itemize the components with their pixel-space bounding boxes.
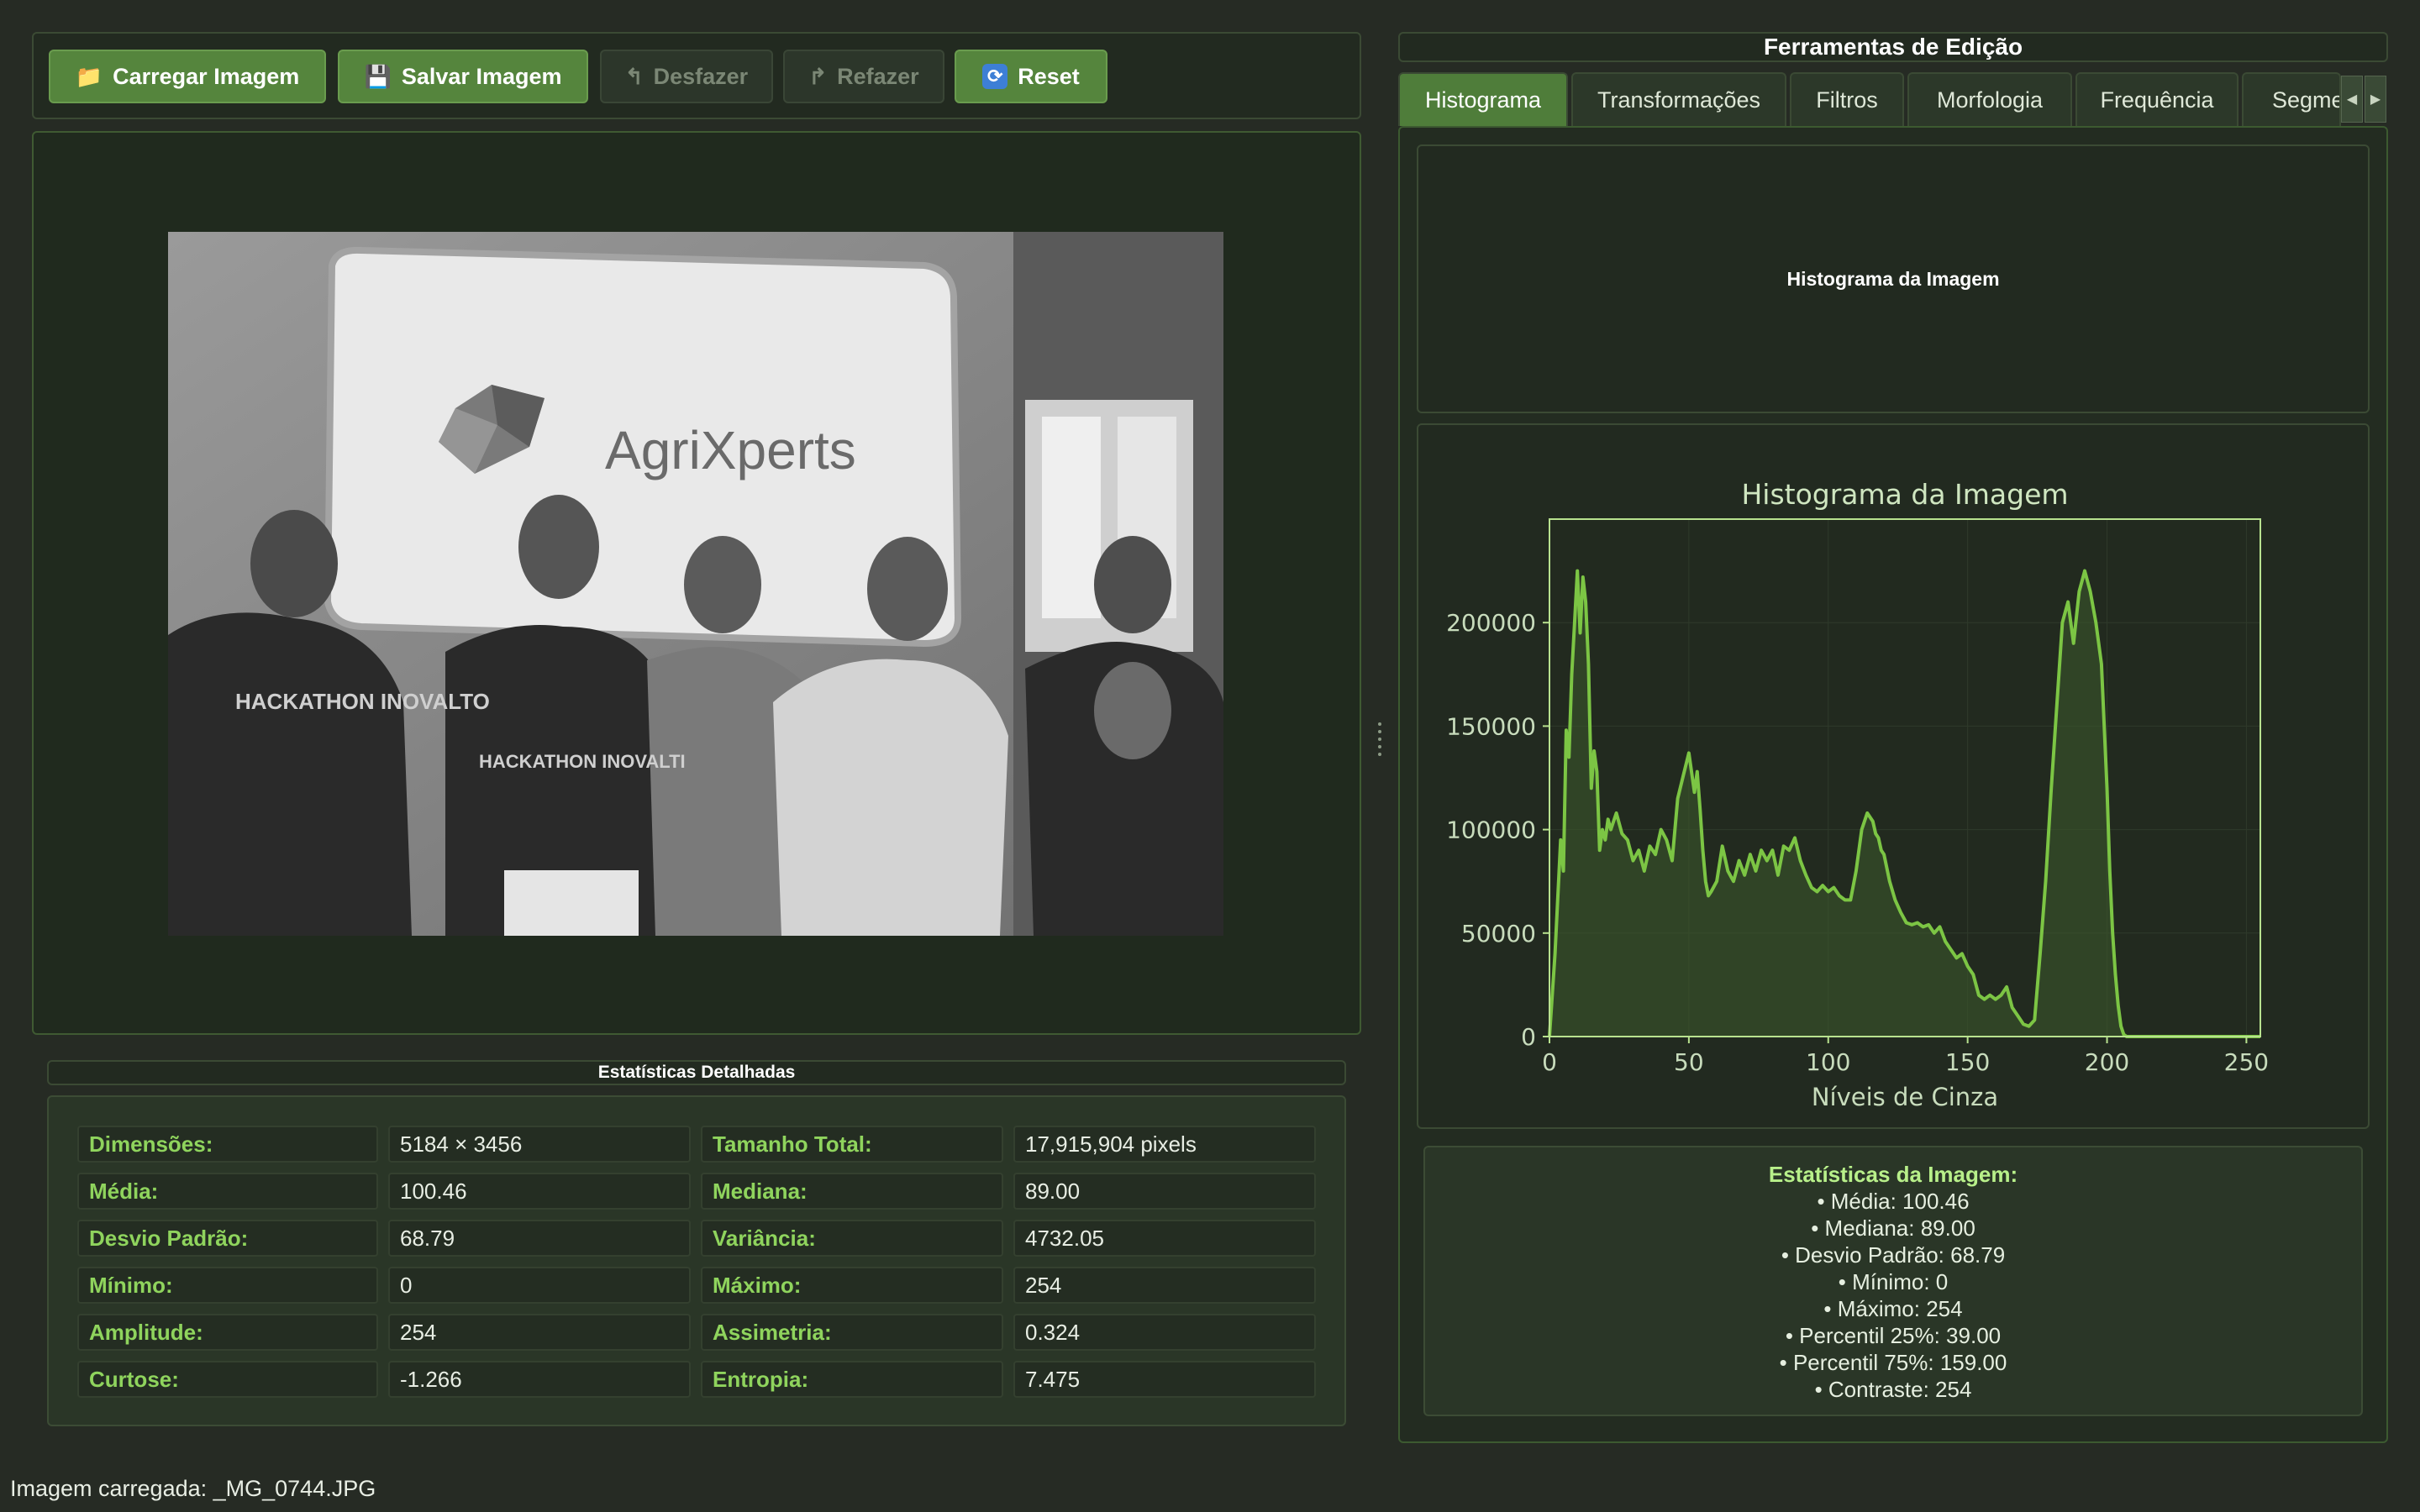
save-image-button[interactable]: 💾 Salvar Imagem	[338, 50, 588, 103]
image-stat-line: • Desvio Padrão: 68.79	[1781, 1242, 2006, 1268]
stat-value: 254	[1013, 1267, 1316, 1304]
certificate-paper	[504, 870, 639, 936]
stat-value: -1.266	[388, 1361, 691, 1398]
photo-grayscale: AgriXperts HACKATHON INOVALTO HACKATHON …	[168, 232, 1223, 936]
tab-label: Filtros	[1816, 87, 1878, 113]
stat-value: 7.475	[1013, 1361, 1316, 1398]
stat-label: Máximo:	[701, 1267, 1003, 1304]
tab-morfologia[interactable]: Morfologia	[1907, 72, 2072, 126]
screen-logo-text: AgriXperts	[605, 420, 856, 480]
app-window: { "toolbar": { "load_label": "Carregar I…	[0, 0, 2420, 1512]
shirt-text-2: HACKATHON INOVALTI	[479, 751, 686, 772]
stat-value: 254	[388, 1314, 691, 1351]
image-stats-lines: • Média: 100.46 • Mediana: 89.00 • Desvio …	[1425, 1188, 2361, 1403]
refresh-icon: ⟳	[982, 64, 1008, 89]
stat-value: 4732.05	[1013, 1220, 1316, 1257]
stat-label: Média:	[77, 1173, 378, 1210]
stat-label: Variância:	[701, 1220, 1003, 1257]
x-tick-label: 250	[2224, 1048, 2269, 1076]
stat-label: Tamanho Total:	[701, 1126, 1003, 1163]
y-tick-label: 50000	[1461, 920, 1536, 948]
chevron-left-icon: ◀	[2346, 92, 2358, 107]
image-stat-line: • Contraste: 254	[1814, 1377, 1972, 1402]
histogram-header-box: Histograma da Imagem	[1417, 144, 2370, 413]
floppy-disk-icon: 💾	[364, 63, 392, 89]
stat-value: 5184 × 3456	[388, 1126, 691, 1163]
reset-button[interactable]: ⟳ Reset	[955, 50, 1107, 103]
y-tick-label: 200000	[1446, 609, 1536, 637]
redo-button[interactable]: ↱ Refazer	[783, 50, 944, 103]
undo-arrow-icon: ↰	[624, 63, 644, 89]
histogram-chart-box: Histograma da Imagem 0 50000 100000 150000 20…	[1417, 423, 2370, 1129]
undo-label: Desfazer	[653, 63, 749, 89]
stats-title: Estatísticas Detalhadas	[597, 1063, 796, 1082]
stat-value: 0.324	[1013, 1314, 1316, 1351]
image-stat-line: • Percentil 25%: 39.00	[1785, 1323, 2002, 1348]
redo-label: Refazer	[837, 63, 919, 89]
tab-frequencia[interactable]: Frequência	[2075, 72, 2238, 126]
stat-label: Amplitude:	[77, 1314, 378, 1351]
stat-label: Curtose:	[77, 1361, 378, 1398]
folder-icon: 📁	[75, 63, 103, 89]
undo-button[interactable]: ↰ Desfazer	[600, 50, 773, 103]
tab-filtros[interactable]: Filtros	[1790, 72, 1904, 126]
redo-arrow-icon: ↱	[808, 63, 828, 89]
stat-value: 17,915,904 pixels	[1013, 1126, 1316, 1163]
histogram-header: Histograma da Imagem	[1786, 267, 2000, 290]
image-stats-box: Estatísticas da Imagem: • Média: 100.46 •…	[1423, 1146, 2363, 1416]
tab-label: Histograma	[1424, 87, 1542, 113]
tab-label: Frequência	[2100, 87, 2214, 113]
tools-title: Ferramentas de Edição	[1763, 34, 2023, 60]
stat-value: 100.46	[388, 1173, 691, 1210]
tools-title-bar: Ferramentas de Edição	[1398, 32, 2388, 62]
x-tick-label: 100	[1806, 1048, 1850, 1076]
image-stats-title: Estatísticas da Imagem:	[1768, 1162, 2018, 1187]
tab-label: Morfologia	[1936, 87, 2044, 113]
tab-scroll-right-button[interactable]: ▶	[2365, 76, 2386, 123]
stat-value: 0	[388, 1267, 691, 1304]
stats-title-bar: Estatísticas Detalhadas	[47, 1060, 1346, 1085]
chevron-right-icon: ▶	[2370, 92, 2381, 107]
histogram-chart: Histograma da Imagem 0 50000 100000 150000 20…	[1446, 478, 2269, 1111]
status-bar: Imagem carregada: _MG_0744.JPG	[0, 1465, 2420, 1512]
status-text: Imagem carregada: _MG_0744.JPG	[10, 1475, 376, 1501]
x-tick-label: 50	[1674, 1048, 1704, 1076]
stat-value: 68.79	[388, 1220, 691, 1257]
stat-label: Entropia:	[701, 1361, 1003, 1398]
save-image-label: Salvar Imagem	[401, 63, 562, 89]
stat-label: Mediana:	[701, 1173, 1003, 1210]
stat-label: Desvio Padrão:	[77, 1220, 378, 1257]
reset-label: Reset	[1018, 63, 1080, 89]
chart-title: Histograma da Imagem	[1741, 478, 2068, 511]
load-image-button[interactable]: 📁 Carregar Imagem	[49, 50, 326, 103]
y-tick-label: 0	[1521, 1023, 1536, 1051]
tab-segmentacao[interactable]: Segme	[2242, 72, 2341, 126]
image-stat-line: • Média: 100.46	[1817, 1189, 1970, 1214]
load-image-label: Carregar Imagem	[113, 63, 300, 89]
x-axis-label: Níveis de Cinza	[1812, 1083, 1998, 1111]
image-stat-line: • Percentil 75%: 159.00	[1779, 1350, 2007, 1375]
tab-transformacoes[interactable]: Transformações	[1571, 72, 1786, 126]
image-stat-line: • Mediana: 89.00	[1811, 1215, 1975, 1241]
stat-label: Assimetria:	[701, 1314, 1003, 1351]
panel-splitter-handle[interactable]	[1376, 722, 1383, 756]
tab-label: Segme	[2272, 87, 2341, 113]
stat-value: 89.00	[1013, 1173, 1316, 1210]
tab-scroll-left-button[interactable]: ◀	[2341, 76, 2363, 123]
tab-label: Transformações	[1597, 87, 1761, 113]
image-stat-line: • Máximo: 254	[1823, 1296, 1963, 1321]
y-tick-label: 100000	[1446, 816, 1536, 844]
x-tick-label: 200	[2085, 1048, 2129, 1076]
loaded-image: AgriXperts HACKATHON INOVALTO HACKATHON …	[168, 232, 1223, 936]
image-stat-line: • Mínimo: 0	[1838, 1269, 1949, 1294]
x-tick-label: 0	[1542, 1048, 1557, 1076]
stat-label: Dimensões:	[77, 1126, 378, 1163]
stat-label: Mínimo:	[77, 1267, 378, 1304]
shirt-text-1: HACKATHON INOVALTO	[235, 689, 490, 714]
x-tick-label: 150	[1945, 1048, 1990, 1076]
tab-histograma[interactable]: Histograma	[1398, 72, 1568, 126]
y-tick-label: 150000	[1446, 712, 1536, 740]
